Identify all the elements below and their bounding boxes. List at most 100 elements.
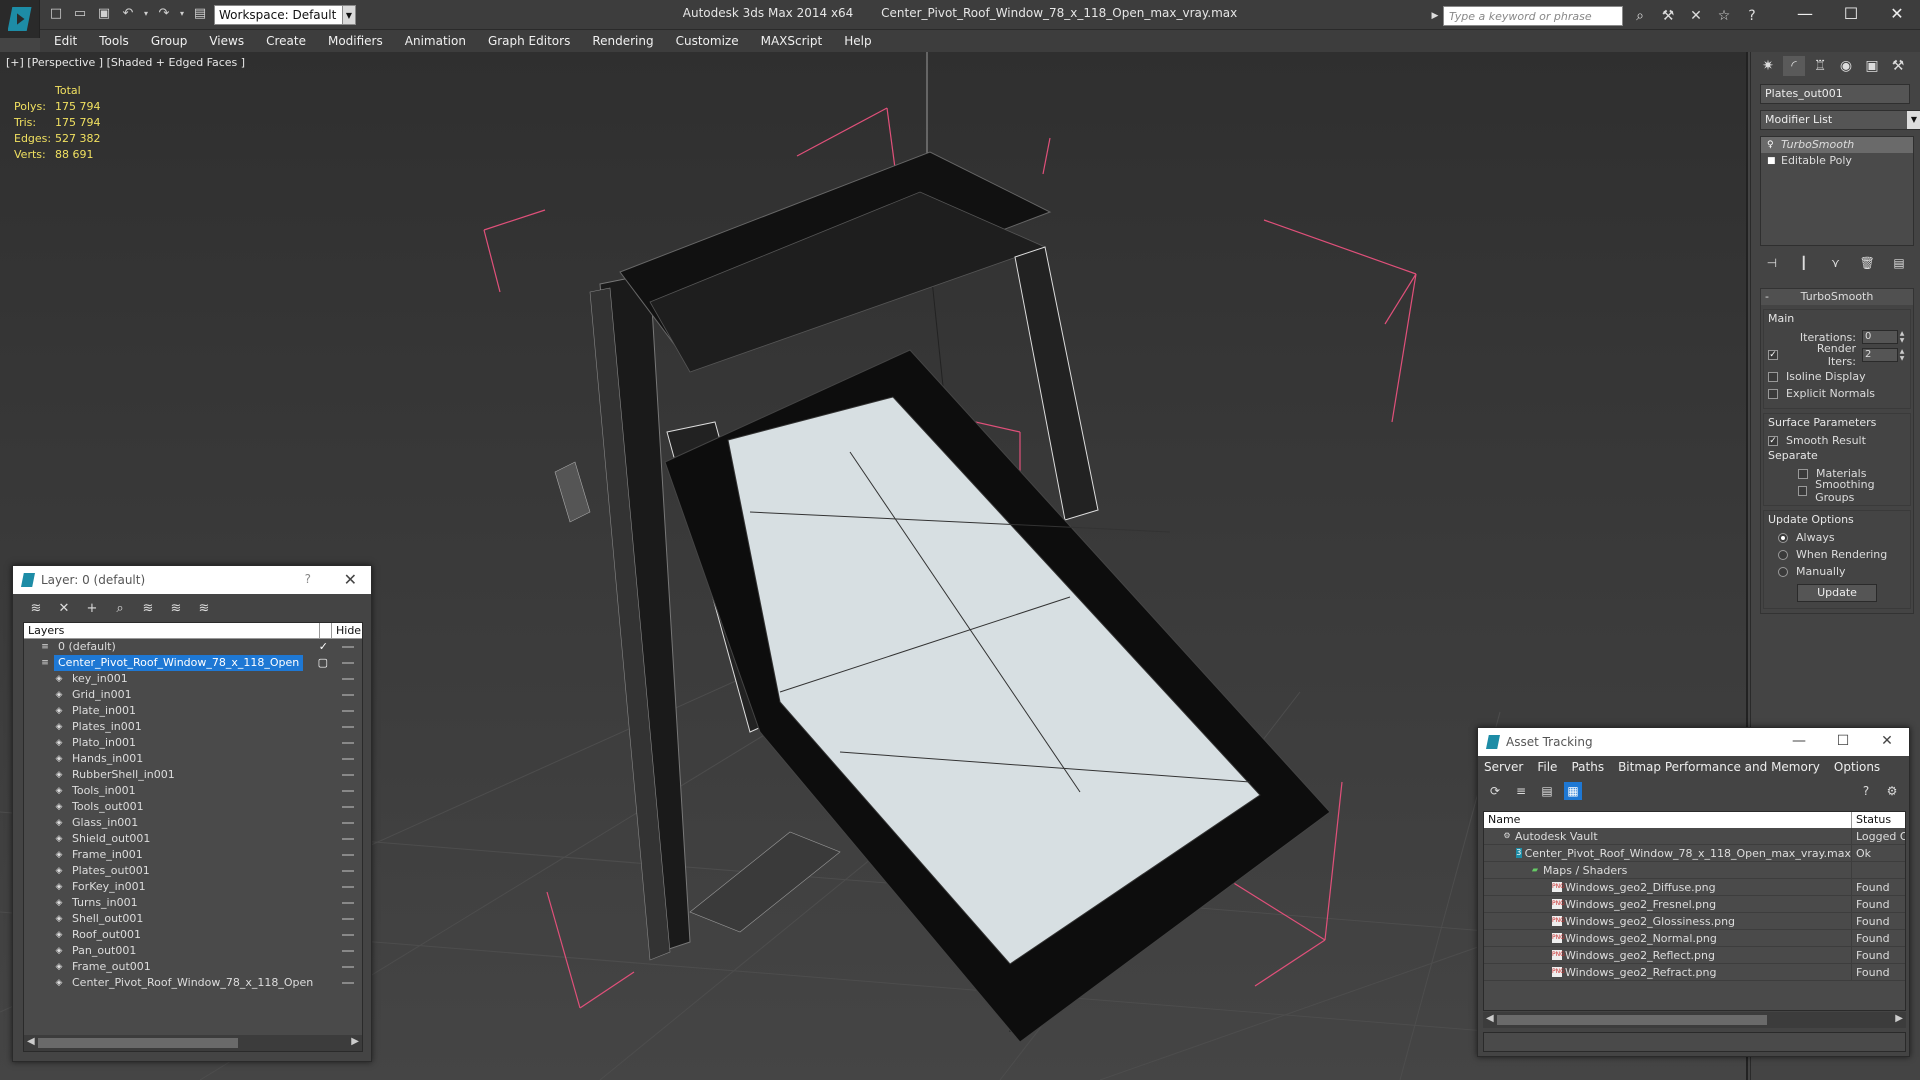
layer-object-row[interactable]: ◈ RubberShell_in001 [24, 767, 362, 783]
add-to-layer-icon[interactable]: + [83, 600, 101, 618]
layer-object-row[interactable]: ◈ Frame_out001 [24, 959, 362, 975]
hide-column-header[interactable]: Hide [332, 623, 362, 638]
communication-icon[interactable]: ✕ [1686, 6, 1706, 26]
menu-animation[interactable]: Animation [405, 34, 466, 48]
menu-tools[interactable]: Tools [99, 34, 129, 48]
layer-object-row[interactable]: ◈ Tools_in001 [24, 783, 362, 799]
horizontal-scrollbar[interactable]: ◀ ▶ [1483, 1012, 1906, 1028]
hide-toggle[interactable] [342, 678, 354, 680]
hide-toggle[interactable] [342, 870, 354, 872]
spinner-arrows-icon[interactable]: ▲ ▼ [1898, 330, 1906, 344]
asset-row-map[interactable]: PNG Windows_geo2_Normal.png Found [1484, 930, 1905, 947]
new-layer-icon[interactable]: ≋ [27, 600, 45, 618]
name-column-header[interactable]: Name [1484, 812, 1852, 828]
highlight-layer-icon[interactable]: ≋ [139, 600, 157, 618]
refresh-icon[interactable]: ⟳ [1486, 782, 1504, 800]
settings-icon[interactable]: ⚙ [1883, 782, 1901, 800]
hide-toggle[interactable] [342, 854, 354, 856]
new-file-icon[interactable]: □ [46, 4, 66, 24]
layer-object-row[interactable]: ◈ Shield_out001 [24, 831, 362, 847]
materials-checkbox[interactable] [1798, 468, 1808, 479]
hide-toggle[interactable] [342, 742, 354, 744]
hide-toggle[interactable] [342, 918, 354, 920]
asset-row-scene-file[interactable]: 3 Center_Pivot_Roof_Window_78_x_118_Open_… [1484, 845, 1905, 862]
layer-object-row[interactable]: ◈ Shell_out001 [24, 911, 362, 927]
always-radio[interactable] [1778, 532, 1788, 543]
layer-object-row[interactable]: ◈ ForKey_in001 [24, 879, 362, 895]
status-column-header[interactable]: Status [1852, 812, 1905, 828]
close-icon[interactable]: ✕ [1874, 0, 1920, 30]
scroll-thumb[interactable] [38, 1038, 238, 1048]
viewport-label[interactable]: [+] [Perspective ] [Shaded + Edged Faces… [6, 56, 245, 69]
maximize-icon[interactable]: ☐ [1821, 728, 1865, 756]
binoculars-icon[interactable]: ⌕ [1630, 6, 1650, 26]
stack-item-turbosmooth[interactable]: ♀ TurboSmooth [1761, 137, 1913, 153]
hide-toggle[interactable] [342, 790, 354, 792]
undo-dropdown-icon[interactable]: ▾ [142, 4, 150, 24]
layer-object-row[interactable]: ◈ Glass_in001 [24, 815, 362, 831]
object-name-field[interactable]: Plates_out001 [1760, 84, 1910, 104]
scroll-right-icon[interactable]: ▶ [1895, 1013, 1903, 1024]
utilities-tab-icon[interactable]: ⚒ [1887, 56, 1909, 76]
pin-stack-icon[interactable]: ⊣ [1763, 254, 1781, 272]
layer-object-row[interactable]: ◈ Plate_in001 [24, 703, 362, 719]
menu-options[interactable]: Options [1834, 760, 1880, 774]
make-unique-icon[interactable]: ⋎ [1827, 254, 1845, 272]
close-icon[interactable]: ✕ [1865, 728, 1909, 756]
remove-modifier-icon[interactable]: 🗑 [1858, 254, 1876, 272]
layer-dialog-titlebar[interactable]: Layer: 0 (default) ? ✕ [13, 566, 371, 594]
asset-row-vault[interactable]: ⚙ Autodesk Vault Logged Ou [1484, 828, 1905, 845]
layer-object-row[interactable]: ◈ Grid_in001 [24, 687, 362, 703]
layer-object-row[interactable]: ◈ Turns_in001 [24, 895, 362, 911]
asset-row-map[interactable]: PNG Windows_geo2_Diffuse.png Found [1484, 879, 1905, 896]
menu-group[interactable]: Group [151, 34, 188, 48]
expand-plus-icon[interactable]: ■ [1767, 156, 1776, 166]
modify-tab-icon[interactable]: ◜ [1783, 56, 1805, 76]
menu-maxscript[interactable]: MAXScript [761, 34, 823, 48]
stack-item-editable-poly[interactable]: ■ Editable Poly [1761, 153, 1913, 169]
horizontal-scrollbar[interactable]: ◀ ▶ [24, 1035, 362, 1051]
menu-customize[interactable]: Customize [676, 34, 739, 48]
current-layer-check-icon[interactable]: ✓ [319, 640, 328, 653]
help-icon[interactable]: ? [305, 572, 311, 586]
help-icon[interactable]: ? [1857, 782, 1875, 800]
create-tab-icon[interactable]: ✷ [1757, 56, 1779, 76]
hide-toggle[interactable] [342, 982, 354, 984]
redo-icon[interactable]: ↷ [154, 4, 174, 24]
scroll-left-icon[interactable]: ◀ [27, 1036, 35, 1047]
hide-toggle[interactable] [342, 694, 354, 696]
layer-object-row[interactable]: ◈ Plato_in001 [24, 735, 362, 751]
render-iters-checkbox[interactable]: ✓ [1768, 350, 1778, 360]
asset-path-field[interactable] [1483, 1032, 1906, 1052]
smooth-result-checkbox[interactable]: ✓ [1768, 435, 1778, 446]
menu-views[interactable]: Views [209, 34, 244, 48]
hierarchy-tab-icon[interactable]: ♖ [1809, 56, 1831, 76]
freeze-all-icon[interactable]: ≋ [195, 600, 213, 618]
hide-all-icon[interactable]: ≋ [167, 600, 185, 618]
menu-help[interactable]: Help [844, 34, 871, 48]
minimize-icon[interactable]: — [1777, 728, 1821, 756]
hide-toggle[interactable] [342, 726, 354, 728]
help-icon[interactable]: ? [1742, 6, 1762, 26]
chevron-down-icon[interactable]: ▼ [342, 5, 356, 25]
layer-object-row[interactable]: ◈ Hands_in001 [24, 751, 362, 767]
layer-object-row[interactable]: ◈ Roof_out001 [24, 927, 362, 943]
select-objects-icon[interactable]: ⌕ [111, 600, 129, 618]
project-folder-icon[interactable]: ▤ [190, 4, 210, 24]
list-view-icon[interactable]: ≡ [1512, 782, 1530, 800]
hide-toggle[interactable] [342, 822, 354, 824]
hide-toggle[interactable] [342, 662, 354, 664]
favorites-star-icon[interactable]: ☆ [1714, 6, 1734, 26]
layer-object-row[interactable]: ◈ Plates_in001 [24, 719, 362, 735]
menu-bitmap-performance[interactable]: Bitmap Performance and Memory [1618, 760, 1820, 774]
modifier-list-dropdown[interactable]: Modifier List ▼ [1760, 110, 1920, 130]
asset-row-maps-folder[interactable]: ▰ Maps / Shaders [1484, 862, 1905, 879]
hide-toggle[interactable] [342, 646, 354, 648]
smoothing-groups-checkbox[interactable] [1798, 485, 1808, 496]
scroll-right-icon[interactable]: ▶ [351, 1036, 359, 1047]
explicit-normals-checkbox[interactable] [1768, 388, 1778, 399]
layer-row[interactable]: ≡ 0 (default) ✓ [24, 639, 362, 655]
hide-toggle[interactable] [342, 966, 354, 968]
undo-icon[interactable]: ↶ [118, 4, 138, 24]
workspace-dropdown[interactable]: Workspace: Default [214, 5, 354, 25]
